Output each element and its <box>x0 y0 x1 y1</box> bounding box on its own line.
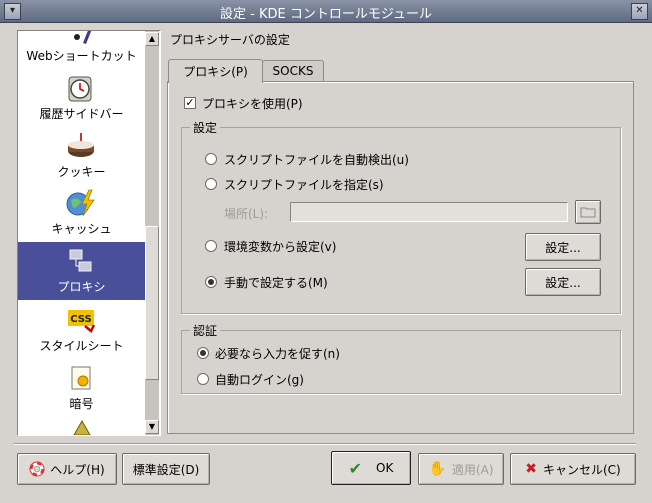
footer-separator <box>14 443 636 445</box>
sidebar-item-web-shortcuts[interactable]: Webショートカット <box>18 31 145 69</box>
auto-detect-radio[interactable] <box>205 153 217 165</box>
svg-text:CSS: CSS <box>70 314 91 325</box>
css-icon: CSS <box>68 310 96 333</box>
sidebar-item-label: キャッシュ <box>51 222 112 236</box>
auto-login-radio[interactable] <box>197 373 209 385</box>
sidebar-item-cache[interactable]: キャッシュ <box>18 184 145 242</box>
sidebar-item-label: スタイルシート <box>39 339 124 353</box>
location-label: 場所(L): <box>224 207 269 221</box>
env-vars-label: 環境変数から設定(v) <box>224 240 337 254</box>
env-vars-radio[interactable] <box>205 240 217 252</box>
sidebar-item-proxy[interactable]: プロキシ <box>18 242 145 300</box>
specify-script-radio[interactable] <box>205 178 217 190</box>
close-icon[interactable]: ✕ <box>631 3 648 20</box>
sidebar-item-stylesheets[interactable]: CSS スタイルシート <box>18 301 145 359</box>
specify-script-label: スクリプトファイルを指定(s) <box>224 178 384 192</box>
auto-detect-label: スクリプトファイルを自動検出(u) <box>224 153 409 167</box>
ok-button[interactable]: ✔ OK <box>331 451 411 485</box>
tab-proxy[interactable]: プロキシ(P) <box>168 59 263 83</box>
apply-icon: ✋ <box>428 461 446 477</box>
settings-group-title: 設定 <box>190 119 221 136</box>
web-shortcut-icon <box>74 31 92 44</box>
cancel-button[interactable]: ✖ キャンセル(C) <box>510 453 636 485</box>
lifebuoy-icon <box>29 461 45 477</box>
sidebar-item-label: クッキー <box>57 165 106 179</box>
cookie-cake-icon <box>68 133 94 157</box>
plugin-icon <box>73 419 91 435</box>
manual-setup-button[interactable]: 設定... <box>525 268 601 296</box>
sidebar-scrollbar[interactable]: ▲ ▼ <box>145 31 159 435</box>
sidebar-item-cookies[interactable]: クッキー <box>18 127 145 185</box>
defaults-button[interactable]: 標準設定(D) <box>122 453 210 485</box>
use-proxy-checkbox[interactable]: ✓ <box>184 97 196 109</box>
sidebar-item-history[interactable]: 履歴サイドバー <box>18 69 145 127</box>
sidebar-item-label: 暗号 <box>69 397 94 411</box>
scrollbar-thumb[interactable] <box>145 226 159 380</box>
sidebar-item-label: 履歴サイドバー <box>39 107 124 121</box>
use-proxy-label: プロキシを使用(P) <box>202 97 303 111</box>
prompt-radio[interactable] <box>197 347 209 359</box>
location-input[interactable] <box>290 202 568 222</box>
clock-icon <box>68 76 92 102</box>
proxy-icon <box>69 249 92 272</box>
cancel-x-icon: ✖ <box>525 461 537 477</box>
module-list[interactable]: Webショートカット 履歴サイドバー クッキー キャッシュ プロキシ CSS ス… <box>17 30 161 436</box>
env-setup-button[interactable]: 設定... <box>525 233 601 261</box>
prompt-label: 必要なら入力を促す(n) <box>215 347 340 361</box>
auth-group: 認証 必要なら入力を促す(n) 自動ログイン(g) <box>181 322 621 394</box>
window-title: 設定 - KDE コントロールモジュール <box>220 7 432 22</box>
sidebar-item-label: プロキシ <box>57 280 106 294</box>
auto-login-label: 自動ログイン(g) <box>215 373 304 387</box>
crypto-icon <box>71 366 91 390</box>
tab-socks[interactable]: SOCKS <box>262 60 324 81</box>
manual-label: 手動で設定する(M) <box>224 276 328 290</box>
settings-group: 設定 スクリプトファイルを自動検出(u) スクリプトファイルを指定(s) 場所(… <box>181 119 621 314</box>
scroll-up-button[interactable]: ▲ <box>145 32 159 46</box>
apply-button[interactable]: ✋ 適用(A) <box>418 453 504 485</box>
folder-icon <box>580 207 596 218</box>
check-icon: ✔ <box>348 458 363 478</box>
title-bar[interactable]: ▾ 設定 - KDE コントロールモジュール ✕ <box>0 0 652 23</box>
help-button[interactable]: ヘルプ(H) <box>17 453 117 485</box>
sidebar-item-crypto[interactable]: 暗号 <box>18 359 145 417</box>
cache-icon <box>66 189 95 217</box>
tab-content-frame: ✓ プロキシを使用(P) 設定 スクリプトファイルを自動検出(u) スクリプトフ… <box>167 81 634 434</box>
sidebar-item-label: Webショートカット <box>26 49 137 63</box>
scroll-down-button[interactable]: ▼ <box>145 420 159 434</box>
browse-folder-button[interactable] <box>575 200 601 224</box>
auth-group-title: 認証 <box>190 322 221 339</box>
manual-radio[interactable] <box>205 276 217 288</box>
panel-title: プロキシサーバの設定 <box>170 33 290 47</box>
